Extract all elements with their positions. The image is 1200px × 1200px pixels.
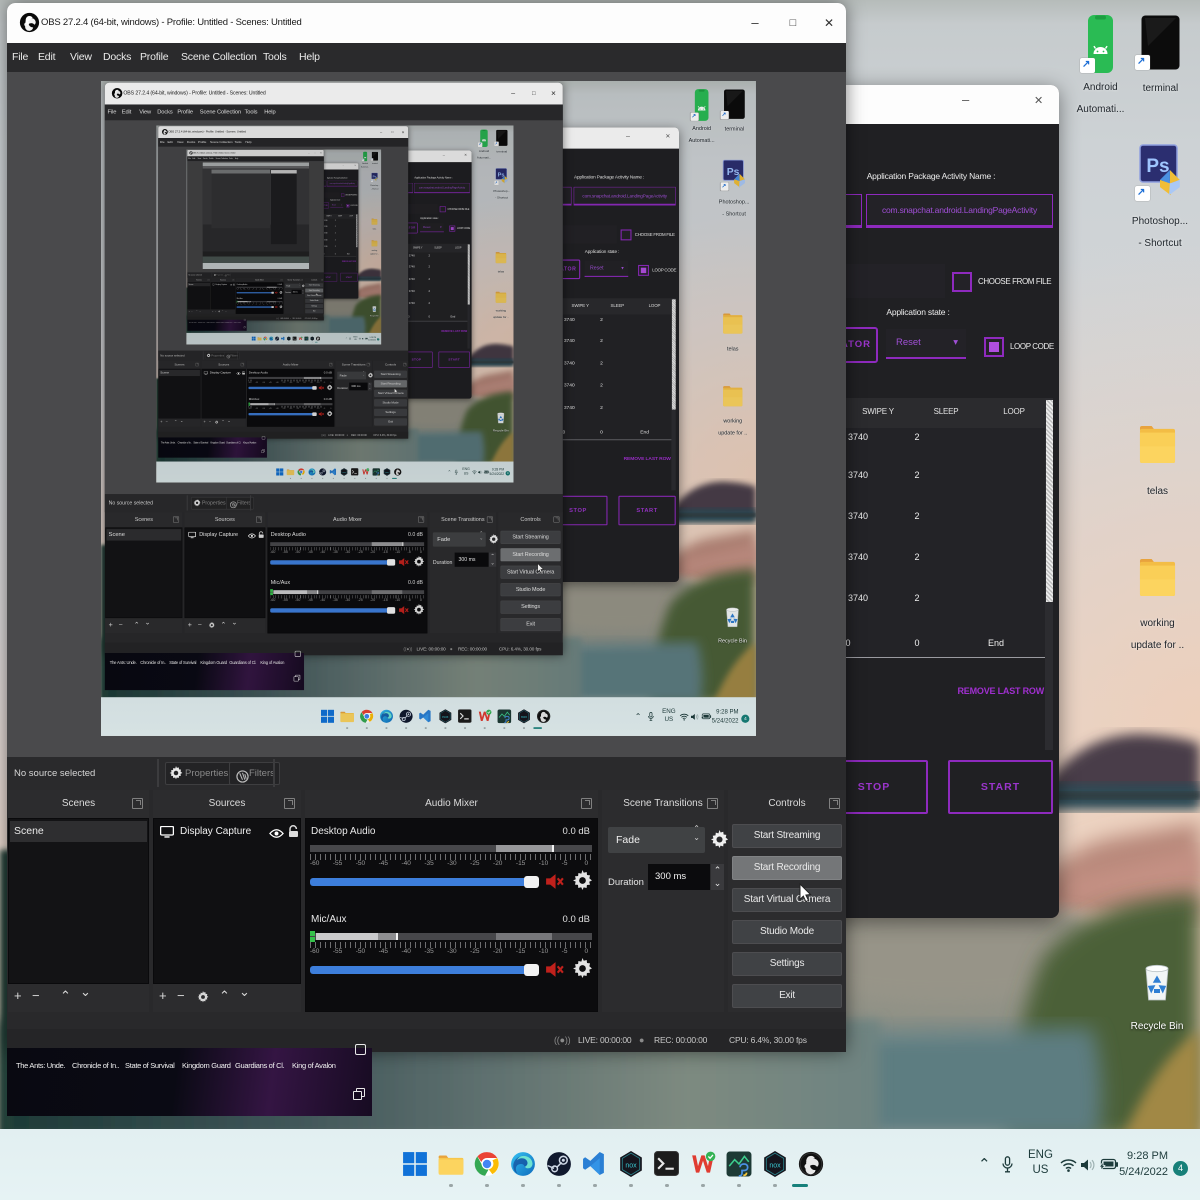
- svg-text:nox: nox: [625, 1162, 637, 1169]
- svg-text:nox: nox: [521, 715, 527, 719]
- svg-text:nox: nox: [442, 715, 448, 719]
- svg-text:nox: nox: [769, 1162, 781, 1169]
